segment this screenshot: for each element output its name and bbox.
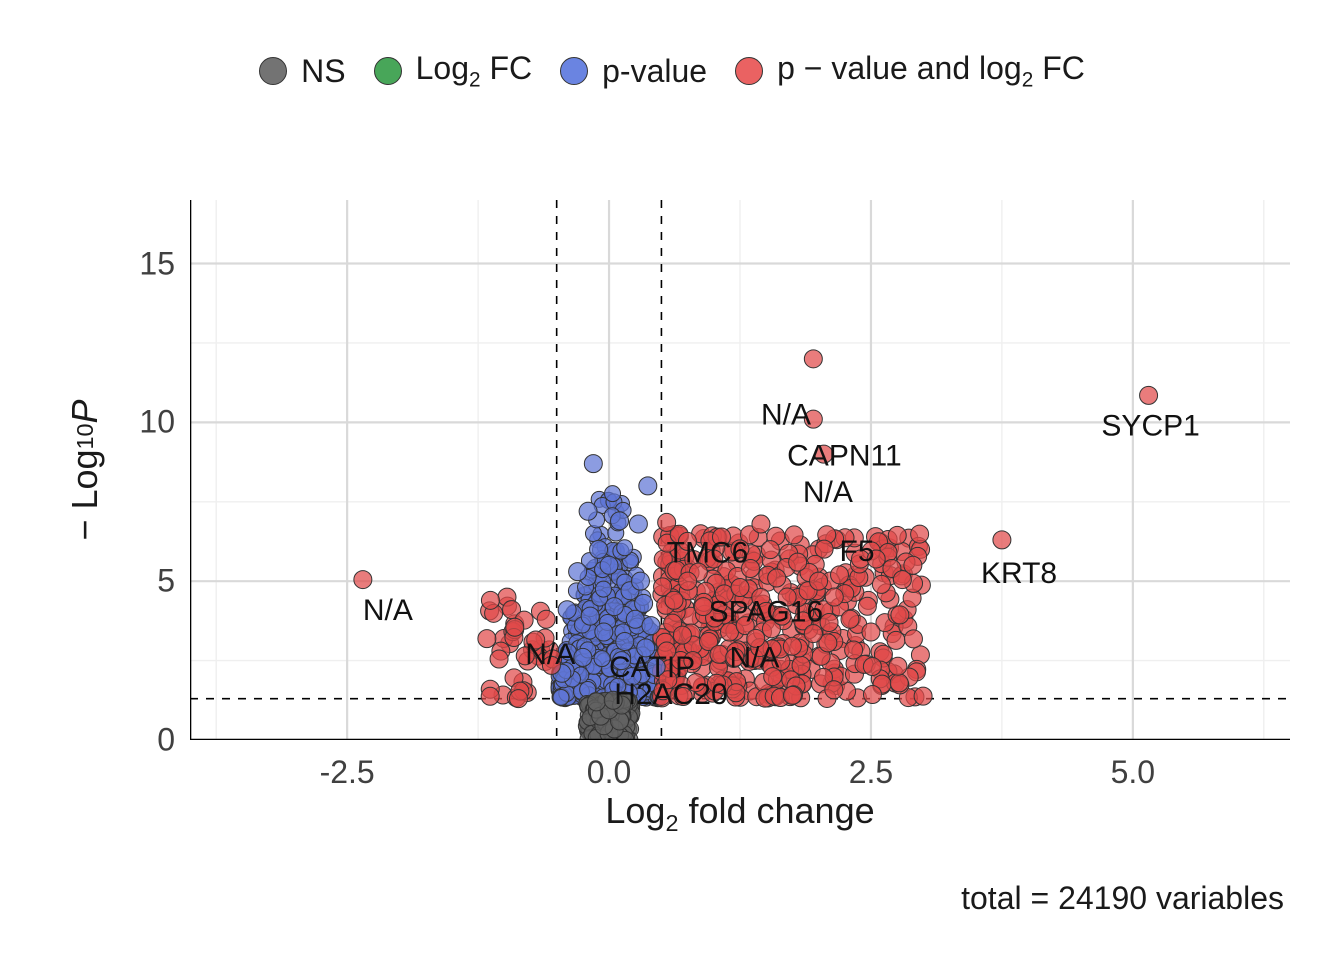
gene-label: N/A	[730, 641, 780, 674]
gene-label: N/A	[761, 398, 811, 431]
y-axis-label: − Log10 P	[55, 200, 115, 740]
legend-item-both: p − value and log2 FC	[735, 50, 1085, 92]
x-tick-label: -2.5	[320, 754, 375, 791]
legend-dot-p	[560, 57, 588, 85]
legend-item-ns: NS	[259, 53, 345, 90]
legend-item-p: p-value	[560, 53, 707, 90]
total-variables-caption: total = 24190 variables	[961, 880, 1284, 917]
gene-label: N/A	[363, 594, 413, 627]
gene-label: N/A	[803, 476, 853, 509]
legend-label-fc: Log2 FC	[416, 50, 533, 92]
legend-label-both: p − value and log2 FC	[777, 50, 1085, 92]
gene-label: CAPN11	[787, 440, 902, 473]
legend-dot-fc	[374, 57, 402, 85]
plot-panel: N/AN/ACATIPH2AC20TMC6SPAG16N/AN/ACAPN11N…	[190, 200, 1290, 740]
x-axis-label: Log2 fold change	[190, 790, 1290, 837]
gene-label: F5	[840, 535, 875, 568]
legend-label-ns: NS	[301, 53, 345, 90]
legend-dot-both	[735, 57, 763, 85]
plot-svg: N/AN/ACATIPH2AC20TMC6SPAG16N/AN/ACAPN11N…	[190, 200, 1290, 740]
gene-label: SYCP1	[1101, 410, 1199, 443]
legend-item-fc: Log2 FC	[374, 50, 533, 92]
legend-dot-ns	[259, 57, 287, 85]
x-tick-label: 2.5	[849, 754, 893, 791]
x-tick-label: 0.0	[587, 754, 631, 791]
legend: NS Log2 FC p-value p − value and log2 FC	[0, 50, 1344, 92]
gene-label: H2AC20	[614, 678, 727, 711]
gene-label: TMC6	[667, 537, 749, 570]
x-tick-label: 5.0	[1111, 754, 1155, 791]
gene-label: N/A	[525, 638, 575, 671]
gene-label: SPAG16	[709, 595, 824, 628]
gene-label: KRT8	[981, 557, 1057, 590]
legend-label-p: p-value	[602, 53, 707, 90]
volcano-plot-figure: NS Log2 FC p-value p − value and log2 FC…	[0, 0, 1344, 960]
